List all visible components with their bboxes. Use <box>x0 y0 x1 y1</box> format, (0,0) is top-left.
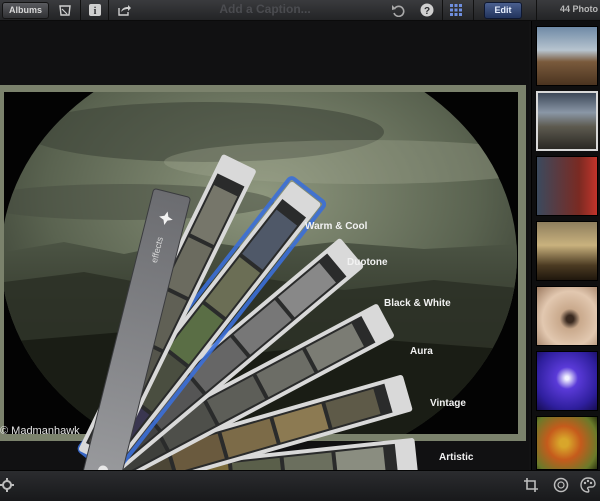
top-toolbar: Albums i Add a Caption... ? Edit 44 Phot… <box>0 0 600 21</box>
svg-text:?: ? <box>424 6 430 17</box>
effect-label-vintage[interactable]: Vintage <box>430 398 466 409</box>
trash-icon[interactable] <box>58 3 72 17</box>
effect-label-warm-cool[interactable]: Warm & Cool <box>305 221 367 232</box>
filmstrip-thumb[interactable] <box>536 351 598 411</box>
help-icon[interactable]: ? <box>420 3 434 17</box>
share-icon[interactable] <box>117 3 131 17</box>
albums-button[interactable]: Albums <box>2 2 50 19</box>
palette-icon[interactable] <box>580 477 596 493</box>
filmstrip-thumb[interactable] <box>536 416 598 470</box>
filmstrip-thumb-selected[interactable] <box>536 91 598 151</box>
grid-icon[interactable] <box>449 3 463 17</box>
crop-icon[interactable] <box>524 478 538 492</box>
filmstrip-thumb[interactable] <box>536 221 598 281</box>
svg-text:i: i <box>94 6 97 17</box>
photo-count: 44 Photo <box>560 4 599 14</box>
undo-icon[interactable] <box>391 3 405 17</box>
caption-field[interactable]: Add a Caption... <box>190 1 340 18</box>
filmstrip-thumb[interactable] <box>536 26 598 86</box>
filmstrip-thumb[interactable] <box>536 286 598 346</box>
info-icon[interactable]: i <box>88 3 102 17</box>
gear-icon[interactable] <box>0 478 14 492</box>
effect-label-black-white[interactable]: Black & White <box>384 298 451 309</box>
effect-label-aura[interactable]: Aura <box>410 346 433 357</box>
edit-button[interactable]: Edit <box>484 2 522 19</box>
effect-label-duotone[interactable]: Duotone <box>347 257 388 268</box>
filmstrip <box>531 21 600 470</box>
bottom-toolbar <box>0 470 600 501</box>
filmstrip-thumb[interactable] <box>536 156 598 216</box>
enhance-icon[interactable] <box>553 477 569 493</box>
photo-viewer: © Madmanhawk effects Warm & Cool Duotone… <box>0 21 529 470</box>
effect-label-artistic[interactable]: Artistic <box>439 452 473 463</box>
